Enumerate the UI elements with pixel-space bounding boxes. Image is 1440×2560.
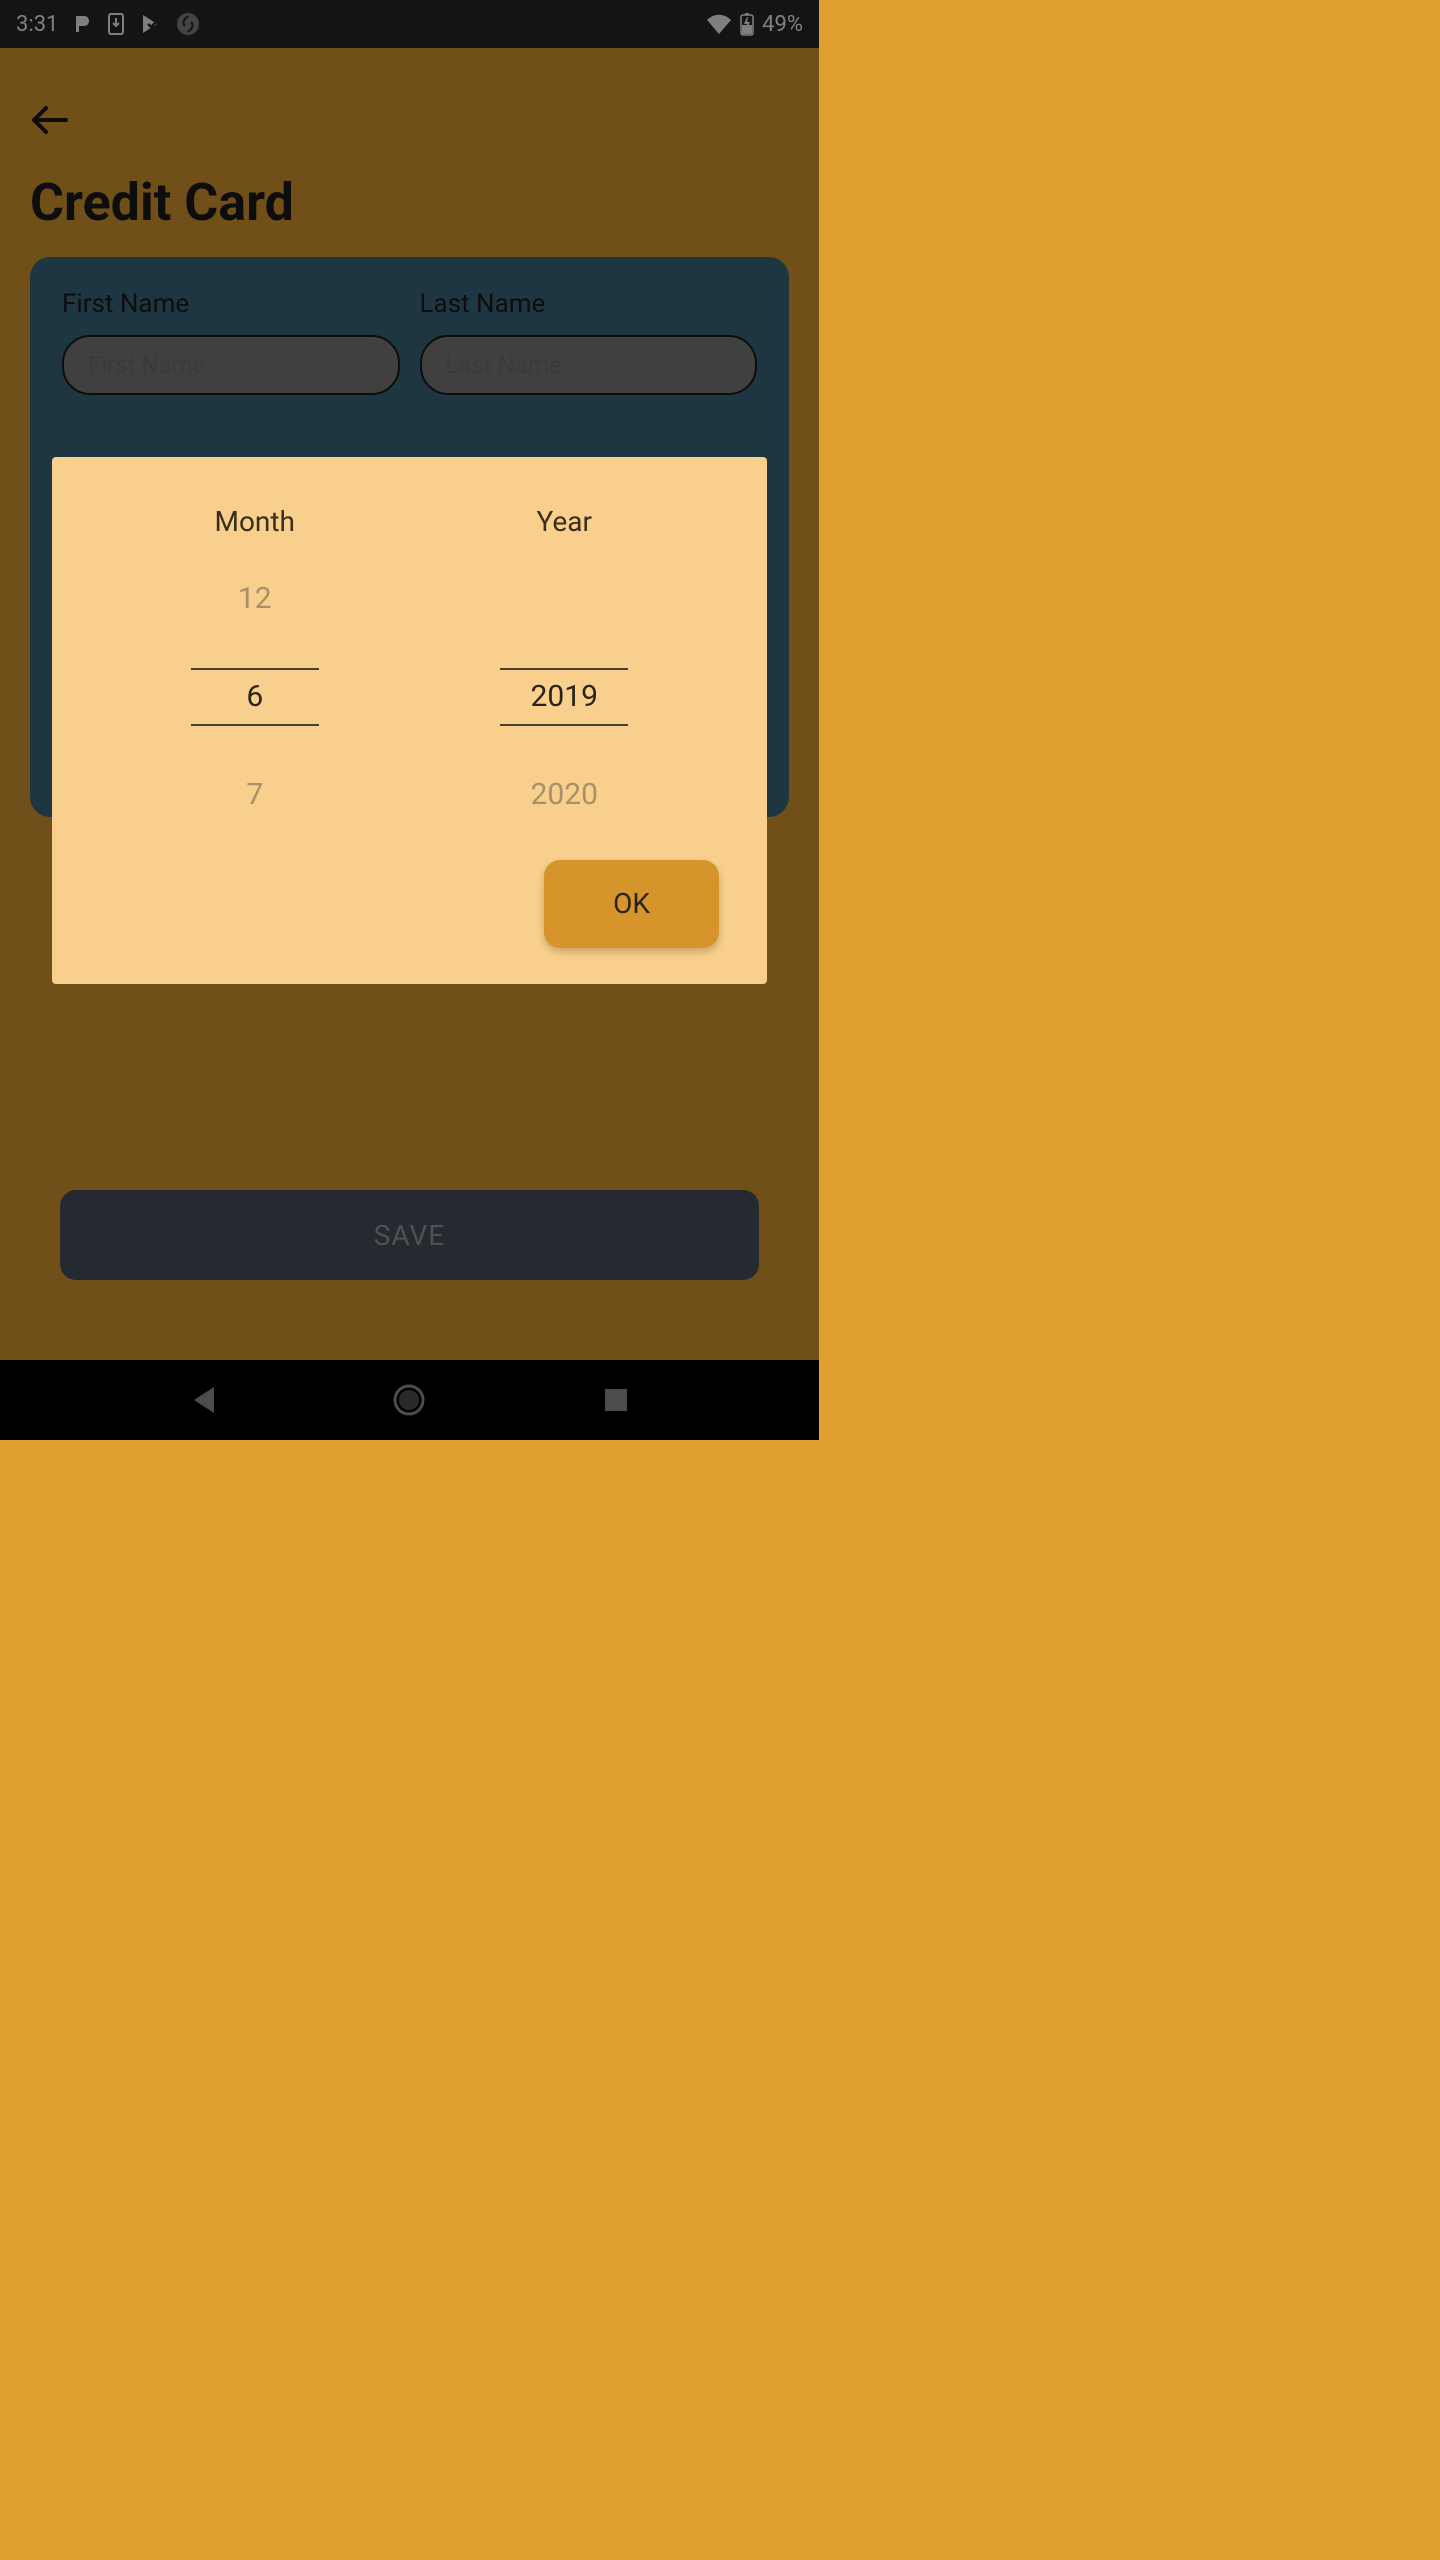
month-picker-selected[interactable]: 6 xyxy=(191,668,319,726)
year-picker-label: Year xyxy=(537,505,593,538)
picker-row: Month 12 6 7 Year 2019 2020 xyxy=(100,505,719,824)
ok-button[interactable]: OK xyxy=(544,860,719,948)
month-picker-wheel[interactable]: 12 6 7 xyxy=(191,570,319,824)
year-picker-wheel[interactable]: 2019 2020 xyxy=(500,570,628,824)
year-picker-next[interactable]: 2020 xyxy=(500,766,628,824)
month-picker-next[interactable]: 7 xyxy=(191,766,319,824)
year-picker-selected[interactable]: 2019 xyxy=(500,668,628,726)
month-picker-label: Month xyxy=(215,505,295,538)
modal-overlay[interactable]: Month 12 6 7 Year 2019 2020 xyxy=(0,0,819,1440)
month-picker-prev[interactable]: 12 xyxy=(191,570,319,628)
month-picker-column: Month 12 6 7 xyxy=(100,505,410,824)
ok-button-label: OK xyxy=(613,887,650,920)
year-picker-prev xyxy=(500,570,628,628)
year-picker-column: Year 2019 2020 xyxy=(410,505,720,824)
date-picker-dialog: Month 12 6 7 Year 2019 2020 xyxy=(52,457,767,984)
